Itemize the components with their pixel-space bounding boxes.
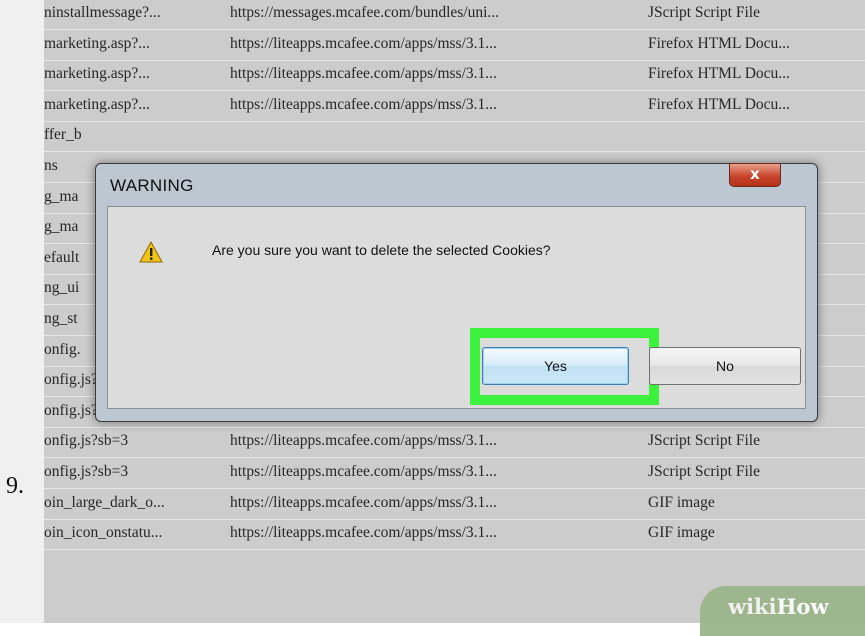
table-row[interactable]: marketing.asp?... https://liteapps.mcafee… — [44, 61, 865, 92]
table-row[interactable]: oin_icon_onstatu... https://liteapps.mcaf… — [44, 520, 865, 551]
table-row[interactable]: marketing.asp?... https://liteapps.mcafee… — [44, 31, 865, 61]
cell-url: https://liteapps.mcafee.com/apps/mss/3.1… — [230, 493, 497, 511]
cell-type: Firefox HTML Docu... — [648, 65, 790, 83]
cell-url: https://liteapps.mcafee.com/apps/mss/3.1… — [230, 34, 497, 52]
cell-type: Firefox HTML Docu... — [648, 95, 790, 113]
warning-icon — [139, 241, 163, 263]
cell-url: https://messages.mcafee.com/bundles/uni.… — [230, 4, 500, 21]
table-row[interactable]: onfig.js?sb=3 https://liteapps.mcafee.com… — [44, 459, 865, 489]
cell-type: Firefox HTML Docu... — [648, 34, 790, 52]
table-row[interactable]: oin_large_dark_o... https://liteapps.mcaf… — [44, 490, 865, 520]
cell-type: GIF image — [648, 493, 715, 511]
dialog-title: WARNING — [110, 176, 194, 195]
cell-name: marketing.asp?... — [44, 34, 150, 52]
cell-name: onfig.js?sb=3 — [44, 463, 129, 480]
watermark-brand-a: wiki — [728, 594, 777, 619]
cell-name: marketing.asp?... — [44, 65, 150, 83]
cell-url: https://liteapps.mcafee.com/apps/mss/3.1… — [230, 524, 497, 542]
table-row[interactable]: ninstallmessage?... https://messages.mcaf… — [44, 0, 865, 30]
cell-type: GIF image — [648, 524, 715, 542]
cell-type: JScript Script File — [648, 432, 760, 450]
yes-button[interactable]: Yes — [482, 347, 629, 385]
dialog-message: Are you sure you want to delete the sele… — [212, 242, 551, 258]
watermark-brand-b: How — [776, 594, 829, 619]
table-row[interactable]: marketing.asp?... https://liteapps.mcafee… — [44, 92, 865, 122]
cell-name: ninstallmessage?... — [44, 4, 161, 21]
table-row[interactable]: onfig.js?sb=3 https://liteapps.mcafee.com… — [44, 428, 865, 459]
cell-name: marketing.asp?... — [44, 95, 150, 113]
table-row[interactable]: ffer_b — [44, 122, 865, 153]
cell-type: JScript Script File — [648, 463, 760, 480]
cell-name: ffer_b — [44, 126, 82, 144]
cell-url: https://liteapps.mcafee.com/apps/mss/3.1… — [230, 65, 497, 83]
cell-url: https://liteapps.mcafee.com/apps/mss/3.1… — [230, 432, 497, 450]
no-button[interactable]: No — [649, 347, 801, 385]
dialog-titlebar[interactable]: WARNING x — [96, 163, 817, 208]
cell-name: oin_large_dark_o... — [44, 493, 165, 511]
watermark-logo: wikiHow — [728, 594, 829, 619]
cell-name: oin_icon_onstatu... — [44, 524, 163, 542]
cell-url: https://liteapps.mcafee.com/apps/mss/3.1… — [230, 95, 497, 113]
dialog-body: Are you sure you want to delete the sele… — [107, 206, 806, 409]
step-number: 9. — [6, 473, 24, 499]
cell-name: onfig.js?sb=3 — [44, 432, 129, 450]
cell-url: https://liteapps.mcafee.com/apps/mss/3.1… — [230, 463, 497, 480]
close-icon: x — [750, 165, 760, 183]
wikihow-watermark: wikiHow — [700, 586, 865, 636]
cell-type: JScript Script File — [648, 4, 760, 21]
warning-dialog: WARNING x Are you sure you want to delet… — [95, 163, 818, 422]
close-button[interactable]: x — [729, 163, 781, 187]
